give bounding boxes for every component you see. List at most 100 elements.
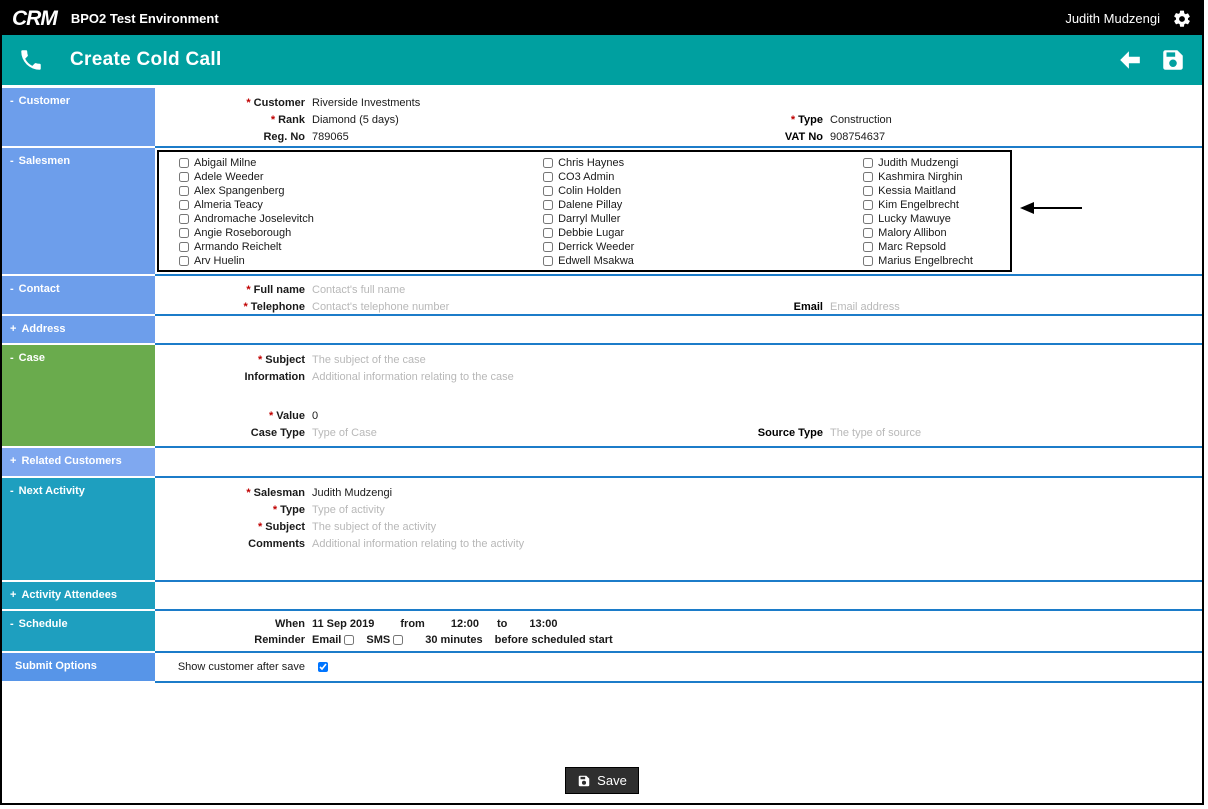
salesman-checkbox[interactable] (863, 158, 874, 168)
activity-salesman-value[interactable]: Judith Mudzengi (312, 487, 392, 499)
case-type-row: Case Type Type of Case Source Type The t… (155, 424, 1202, 441)
reminder-sms-checkbox[interactable] (393, 635, 404, 645)
salesman-checkbox-item[interactable]: Angie Roseborough (179, 226, 543, 240)
from-time-input[interactable]: 12:00 (451, 618, 479, 630)
salesman-checkbox[interactable] (543, 214, 554, 224)
when-date-input[interactable]: 11 Sep 2019 (312, 618, 374, 630)
reminder-row: Reminder Email SMS 30 minutes before sch… (155, 632, 1202, 648)
save-icon-button[interactable] (1160, 47, 1186, 73)
salesman-checkbox[interactable] (179, 214, 189, 224)
salesman-checkbox[interactable] (863, 200, 874, 210)
telephone-row: * Telephone Contact's telephone number Em… (155, 298, 1202, 315)
salesman-checkbox-item[interactable]: Debbie Lugar (543, 226, 863, 240)
reminder-email-checkbox[interactable] (344, 635, 355, 645)
salesman-checkbox-item[interactable]: Andromache Joselevitch (179, 212, 543, 226)
label-text: Value (276, 409, 305, 422)
salesmen-column: Chris Haynes CO3 Admin Colin Holden Dalene … (543, 156, 863, 270)
customer-value[interactable]: Riverside Investments (312, 97, 420, 109)
salesman-checkbox-item[interactable]: Adele Weeder (179, 170, 543, 184)
source-type-pair: Source Type The type of source (680, 424, 921, 441)
salesman-checkbox[interactable] (543, 200, 554, 210)
salesman-name: Chris Haynes (558, 157, 625, 169)
settings-gear-icon[interactable] (1172, 9, 1192, 29)
salesman-checkbox-item[interactable]: Colin Holden (543, 184, 863, 198)
salesman-checkbox-item[interactable]: Dalene Pillay (543, 198, 863, 212)
sidebar-section-submit-options[interactable]: Submit Options (2, 653, 155, 681)
sidebar-section-schedule[interactable]: - Schedule (2, 611, 155, 651)
vat-value[interactable]: 908754637 (830, 131, 885, 143)
salesman-checkbox-item[interactable]: Armando Reichelt (179, 240, 543, 254)
sidebar-section-salesmen[interactable]: - Salesmen (2, 148, 155, 274)
sidebar-section-case[interactable]: - Case (2, 345, 155, 446)
salesman-checkbox[interactable] (179, 158, 189, 168)
salesman-checkbox[interactable] (179, 256, 189, 266)
salesman-checkbox-item[interactable]: Derrick Weeder (543, 240, 863, 254)
salesman-name: Angie Roseborough (194, 227, 292, 239)
back-button[interactable] (1116, 48, 1144, 72)
salesman-checkbox[interactable] (179, 242, 189, 252)
salesman-checkbox-item[interactable]: Marius Engelbrecht (863, 254, 1010, 268)
salesman-checkbox[interactable] (863, 214, 874, 224)
salesman-checkbox-item[interactable]: Abigail Milne (179, 156, 543, 170)
salesman-checkbox[interactable] (543, 186, 554, 196)
salesman-checkbox[interactable] (543, 256, 554, 266)
salesman-checkbox[interactable] (179, 200, 189, 210)
label-text: Telephone (250, 300, 305, 313)
salesman-checkbox[interactable] (543, 242, 554, 252)
required-asterisk: * (246, 486, 251, 499)
source-type-input[interactable]: The type of source (830, 427, 921, 439)
salesman-checkbox[interactable] (179, 228, 189, 238)
salesman-checkbox-item[interactable]: Lucky Mawuye (863, 212, 1010, 226)
salesman-checkbox-item[interactable]: Marc Repsold (863, 240, 1010, 254)
reminder-label: Reminder (155, 634, 312, 646)
activity-subject-input[interactable]: The subject of the activity (312, 521, 436, 533)
salesman-checkbox[interactable] (179, 172, 189, 182)
case-type-input[interactable]: Type of Case (312, 427, 377, 439)
telephone-input[interactable]: Contact's telephone number (312, 301, 449, 313)
regno-value[interactable]: 789065 (312, 131, 349, 143)
salesman-checkbox[interactable] (863, 186, 874, 196)
salesman-checkbox-item[interactable]: Kashmira Nirghin (863, 170, 1010, 184)
salesman-checkbox[interactable] (863, 242, 874, 252)
salesman-checkbox-item[interactable]: Edwell Msakwa (543, 254, 863, 268)
salesman-checkbox[interactable] (543, 172, 554, 182)
show-customer-checkbox[interactable] (318, 661, 328, 672)
sidebar-section-activity-attendees[interactable]: + Activity Attendees (2, 582, 155, 609)
information-textarea-space[interactable] (155, 385, 1202, 407)
rank-value[interactable]: Diamond (5 days) (312, 114, 399, 126)
sidebar-section-customer[interactable]: - Customer (2, 88, 155, 146)
reminder-minutes-input[interactable]: 30 minutes (425, 634, 482, 646)
salesman-checkbox-item[interactable]: Alex Spangenberg (179, 184, 543, 198)
subject-row: * Subject The subject of the case (155, 351, 1202, 368)
salesman-checkbox-item[interactable]: Malory Allibon (863, 226, 1010, 240)
salesman-checkbox[interactable] (543, 158, 554, 168)
salesman-checkbox-item[interactable]: CO3 Admin (543, 170, 863, 184)
salesman-checkbox-item[interactable]: Kessia Maitland (863, 184, 1010, 198)
salesman-checkbox[interactable] (543, 228, 554, 238)
salesman-checkbox-item[interactable]: Darryl Muller (543, 212, 863, 226)
case-value-input[interactable]: 0 (312, 410, 318, 422)
comments-input[interactable]: Additional information relating to the a… (312, 538, 524, 550)
salesman-checkbox-item[interactable]: Almeria Teacy (179, 198, 543, 212)
to-time-input[interactable]: 13:00 (529, 618, 557, 630)
salesman-checkbox[interactable] (863, 256, 874, 266)
salesman-checkbox-item[interactable]: Arv Huelin (179, 254, 543, 268)
salesman-checkbox[interactable] (863, 228, 874, 238)
case-information-input[interactable]: Additional information relating to the c… (312, 371, 514, 383)
sidebar-section-address[interactable]: + Address (2, 316, 155, 343)
sidebar-section-next-activity[interactable]: - Next Activity (2, 478, 155, 580)
activity-type-input[interactable]: Type of activity (312, 504, 385, 516)
salesman-checkbox[interactable] (863, 172, 874, 182)
case-subject-input[interactable]: The subject of the case (312, 354, 426, 366)
full-name-input[interactable]: Contact's full name (312, 284, 405, 296)
sidebar-section-related-customers[interactable]: + Related Customers (2, 448, 155, 476)
salesman-checkbox-item[interactable]: Chris Haynes (543, 156, 863, 170)
type-value[interactable]: Construction (830, 114, 892, 126)
email-input[interactable]: Email address (830, 301, 900, 313)
save-button[interactable]: Save (565, 767, 639, 794)
salesman-checkbox-item[interactable]: Kim Engelbrecht (863, 198, 1010, 212)
salesman-checkbox-item[interactable]: Judith Mudzengi (863, 156, 1010, 170)
salesman-checkbox[interactable] (179, 186, 189, 196)
sidebar-label: Salesmen (18, 155, 71, 167)
sidebar-section-contact[interactable]: - Contact (2, 276, 155, 314)
